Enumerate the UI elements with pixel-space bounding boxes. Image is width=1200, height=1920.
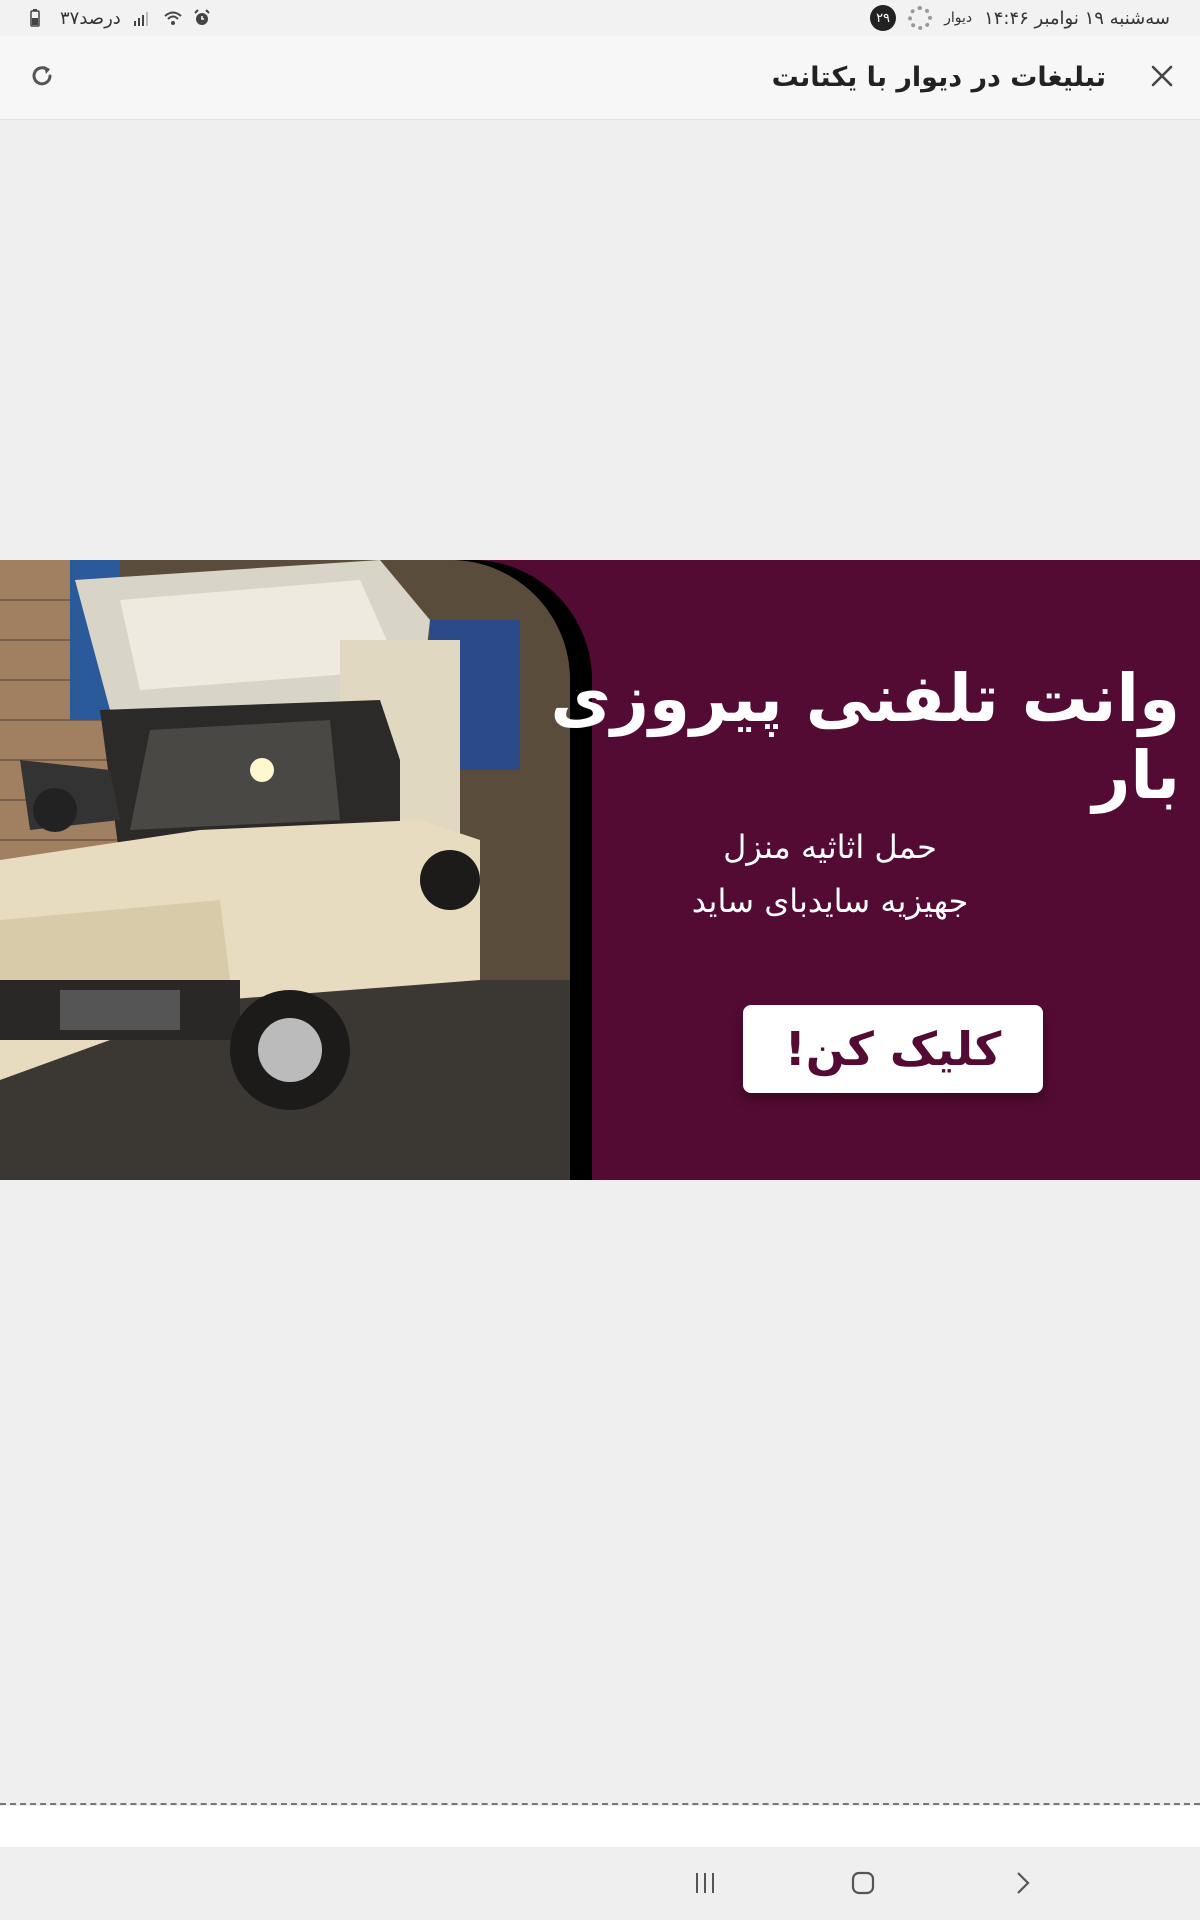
app-header: تبلیغات در دیوار با یکتانت <box>0 36 1200 120</box>
signal-icon <box>133 9 151 27</box>
system-nav-bar <box>0 1847 1200 1920</box>
back-button[interactable] <box>992 1857 1052 1913</box>
status-right: سه‌شنبه ۱۹ نوامبر ۱۴:۴۶ دیوار ۲۹ <box>870 5 1170 31</box>
banner-title: وانت تلفنی پیروزی بار <box>550 660 1180 814</box>
app-label: دیوار <box>944 10 973 26</box>
dashed-divider <box>0 1803 1200 1805</box>
back-icon <box>1009 1870 1035 1900</box>
refresh-icon <box>28 62 56 94</box>
home-button[interactable] <box>833 1857 893 1913</box>
pickup-truck-photo <box>0 560 570 1180</box>
home-icon <box>850 1870 876 1900</box>
cta-button[interactable]: کلیک کن! <box>743 1005 1043 1093</box>
close-icon <box>1149 63 1175 93</box>
ad-banner[interactable]: وانت تلفنی پیروزی بار حمل اثاثیه منزل جه… <box>0 560 1200 1180</box>
status-datetime: سه‌شنبه ۱۹ نوامبر ۱۴:۴۶ <box>984 7 1170 29</box>
header-right: تبلیغات در دیوار با یکتانت <box>772 62 1178 94</box>
recents-button[interactable] <box>675 1857 735 1913</box>
status-bar: ۳۷درصد سه‌شنبه ۱۹ نوامبر ۱۴:۴۶ دیوار ۲۹ <box>0 0 1200 36</box>
status-left: ۳۷درصد <box>30 8 211 29</box>
page-title: تبلیغات در دیوار با یکتانت <box>771 62 1106 93</box>
refresh-button[interactable] <box>26 62 58 94</box>
banner-subtitle-2: جهیزیه سایدبای ساید <box>691 882 969 920</box>
battery-icon <box>30 9 48 27</box>
battery-text: ۳۷درصد <box>60 7 121 29</box>
recents-icon <box>692 1870 718 1900</box>
notification-badge: ۲۹ <box>870 5 897 31</box>
close-button[interactable] <box>1146 62 1178 94</box>
bottom-strip <box>0 1806 1200 1847</box>
alarm-icon <box>193 9 211 27</box>
banner-subtitle-1: حمل اثاثیه منزل <box>723 828 937 866</box>
app-ring-icon <box>908 6 933 30</box>
wifi-icon <box>163 9 182 27</box>
